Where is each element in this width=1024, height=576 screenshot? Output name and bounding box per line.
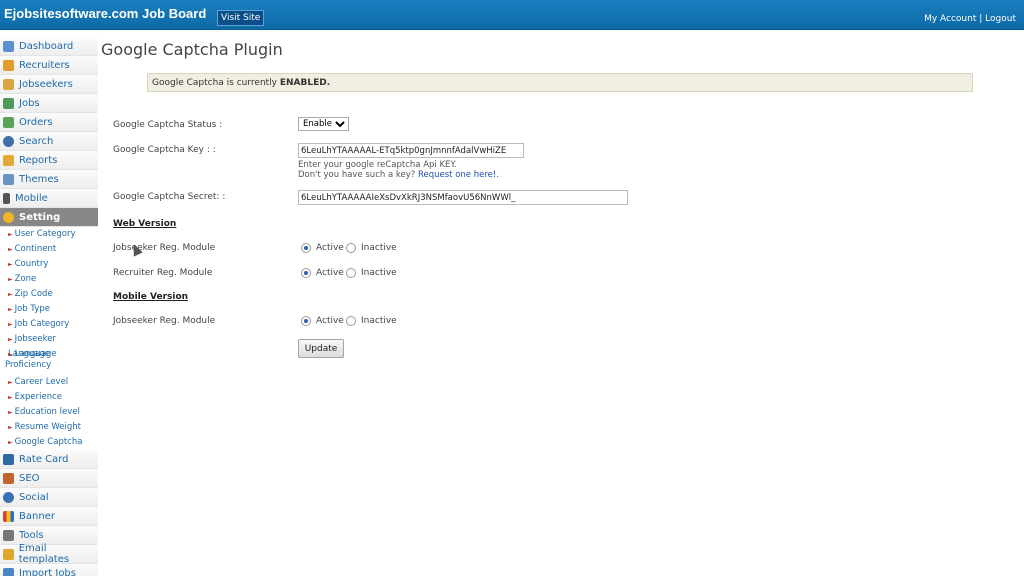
my-account-link[interactable]: My Account [924, 14, 976, 24]
sidebar-item-import-jobs[interactable]: Import Jobs [0, 564, 98, 576]
mobile-jobseeker-inactive-radio[interactable]: Inactive [346, 316, 397, 326]
sidebar-item-mobile[interactable]: Mobile [0, 189, 98, 208]
request-key-link[interactable]: Request one here! [418, 170, 496, 180]
sidebar-sub-country[interactable]: ► Country [0, 257, 98, 272]
captcha-key-help: Enter your google reCaptcha Api KEY. [298, 160, 457, 170]
notice-text: Google Captcha is currently [152, 78, 280, 88]
briefcase-icon [3, 97, 14, 109]
mobile-jobseeker-label: Jobseeker Reg. Module [113, 316, 216, 326]
web-recruiter-inactive-radio[interactable]: Inactive [346, 268, 397, 278]
sidebar-sub-zone[interactable]: ► Zone [0, 272, 98, 287]
page-title: Google Captcha Plugin [101, 40, 283, 59]
sidebar: Dashboard Recruiters Jobseekers Jobs Ord… [0, 37, 98, 576]
sidebar-item-social[interactable]: Social [0, 488, 98, 507]
web-jobseeker-active-radio[interactable]: Active [301, 243, 344, 253]
web-version-heading: Web Version [113, 219, 177, 229]
search-icon [3, 135, 14, 147]
captcha-status-label: Google Captcha Status : [113, 120, 223, 130]
captcha-key-input[interactable] [298, 143, 524, 158]
sidebar-item-reports[interactable]: Reports [0, 151, 98, 170]
sidebar-sub-language-proficiency[interactable]: ► Language Proficiency [0, 347, 98, 375]
sidebar-sub-zip-code[interactable]: ► Zip Code [0, 287, 98, 302]
house-icon [3, 40, 14, 52]
sidebar-item-banner[interactable]: Banner [0, 507, 98, 526]
web-jobseeker-inactive-radio[interactable]: Inactive [346, 243, 397, 253]
orders-icon [3, 116, 14, 128]
sidebar-item-jobseekers[interactable]: Jobseekers [0, 75, 98, 94]
sidebar-item-jobs[interactable]: Jobs [0, 94, 98, 113]
gear-icon [3, 211, 14, 223]
email-icon [3, 548, 14, 560]
captcha-secret-input[interactable] [298, 190, 628, 205]
banner-icon [3, 510, 14, 522]
captcha-key-help-2: Don't you have such a key? Request one h… [298, 170, 499, 180]
logout-link[interactable]: Logout [985, 14, 1016, 24]
update-button[interactable]: Update [298, 339, 344, 358]
captcha-key-label: Google Captcha Key : : [113, 145, 216, 155]
notice-status: ENABLED. [279, 78, 331, 88]
account-links: My Account | Logout [924, 14, 1016, 24]
status-notice: Google Captcha is currently ENABLED. [147, 73, 973, 92]
users-icon [3, 78, 14, 90]
tools-icon [3, 529, 14, 541]
link-separator: | [979, 14, 983, 24]
mobile-jobseeker-active-radio[interactable]: Active [301, 316, 344, 326]
sidebar-item-setting[interactable]: Setting [0, 208, 98, 227]
chart-icon [3, 472, 14, 484]
sidebar-sub-resume-weight[interactable]: ► Resume Weight [0, 420, 98, 435]
mobile-icon [3, 192, 10, 204]
mobile-version-heading: Mobile Version [113, 292, 189, 302]
sidebar-item-rate-card[interactable]: Rate Card [0, 450, 98, 469]
globe-icon [3, 491, 14, 503]
user-icon [3, 59, 14, 71]
sidebar-sub-job-category[interactable]: ► Job Category [0, 317, 98, 332]
captcha-status-select[interactable]: Enabled [298, 117, 349, 131]
web-recruiter-active-radio[interactable]: Active [301, 268, 344, 278]
sidebar-item-themes[interactable]: Themes [0, 170, 98, 189]
visit-site-button[interactable]: Visit Site [217, 10, 265, 26]
sidebar-sub-education-level[interactable]: ► Education level [0, 405, 98, 420]
sidebar-item-orders[interactable]: Orders [0, 113, 98, 132]
sidebar-sub-job-type[interactable]: ► Job Type [0, 302, 98, 317]
sidebar-item-seo[interactable]: SEO [0, 469, 98, 488]
sidebar-item-dashboard[interactable]: Dashboard [0, 37, 98, 56]
download-icon [3, 567, 14, 576]
sidebar-sub-career-level[interactable]: ► Career Level [0, 375, 98, 390]
sidebar-item-recruiters[interactable]: Recruiters [0, 56, 98, 75]
sidebar-sub-continent[interactable]: ► Continent [0, 242, 98, 257]
grid-icon [3, 173, 14, 185]
sidebar-sub-google-captcha[interactable]: ► Google Captcha [0, 435, 98, 450]
sidebar-sub-experience[interactable]: ► Experience [0, 390, 98, 405]
sidebar-item-email-templates[interactable]: Email templates [0, 543, 98, 565]
web-jobseeker-label: Jobseeker Reg. Module [113, 243, 216, 253]
sidebar-item-search[interactable]: Search [0, 132, 98, 151]
book-icon [3, 154, 14, 166]
web-recruiter-label: Recruiter Reg. Module [113, 268, 213, 278]
sidebar-sub-jobseeker-language[interactable]: ►Jobseeker Language [0, 332, 98, 359]
sidebar-sub-user-category[interactable]: ► User Category [0, 227, 98, 242]
captcha-secret-label: Google Captcha Secret: : [113, 192, 226, 202]
top-bar: Ejobsitesoftware.com Job Board Visit Sit… [0, 0, 1024, 30]
brand-title[interactable]: Ejobsitesoftware.com Job Board [4, 6, 206, 21]
dollar-icon [3, 453, 14, 465]
